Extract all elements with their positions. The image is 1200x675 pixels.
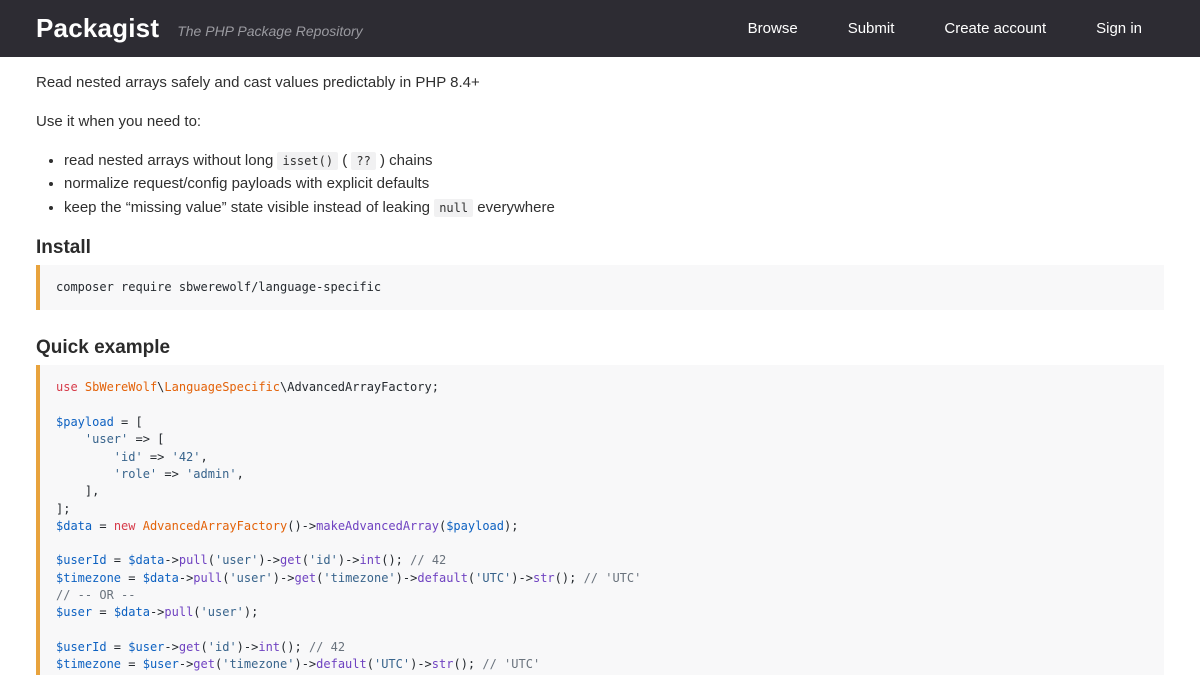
site-header: Packagist The PHP Package Repository Bro…	[0, 0, 1200, 57]
nav-create-account[interactable]: Create account	[944, 20, 1046, 37]
install-heading: Install	[36, 237, 1164, 259]
inline-code: ??	[351, 152, 375, 170]
example-code-block: use SbWereWolf\LanguageSpecific\Advanced…	[36, 365, 1164, 675]
site-tagline: The PHP Package Repository	[177, 23, 362, 39]
nav-submit[interactable]: Submit	[848, 20, 895, 37]
use-when-paragraph: Use it when you need to:	[36, 111, 1164, 134]
install-code-block: composer require sbwerewolf/language-spe…	[36, 265, 1164, 310]
readme-content: Read nested arrays safely and cast value…	[0, 72, 1200, 675]
list-item-normalize-payloads: normalize request/config payloads with e…	[64, 172, 1164, 195]
inline-code: null	[434, 199, 473, 217]
nav-browse[interactable]: Browse	[748, 20, 798, 37]
nav-sign-in[interactable]: Sign in	[1096, 20, 1142, 37]
quick-example-heading: Quick example	[36, 337, 1164, 359]
list-item-missing-value: keep the “missing value” state visible i…	[64, 196, 1164, 219]
use-case-list: read nested arrays without long isset() …	[36, 149, 1164, 219]
inline-code: isset()	[277, 152, 338, 170]
list-item-isset-chains: read nested arrays without long isset() …	[64, 149, 1164, 172]
main-nav: Browse Submit Create account Sign in	[748, 20, 1142, 37]
intro-paragraph: Read nested arrays safely and cast value…	[36, 72, 1164, 95]
packagist-logo[interactable]: Packagist	[36, 13, 159, 44]
